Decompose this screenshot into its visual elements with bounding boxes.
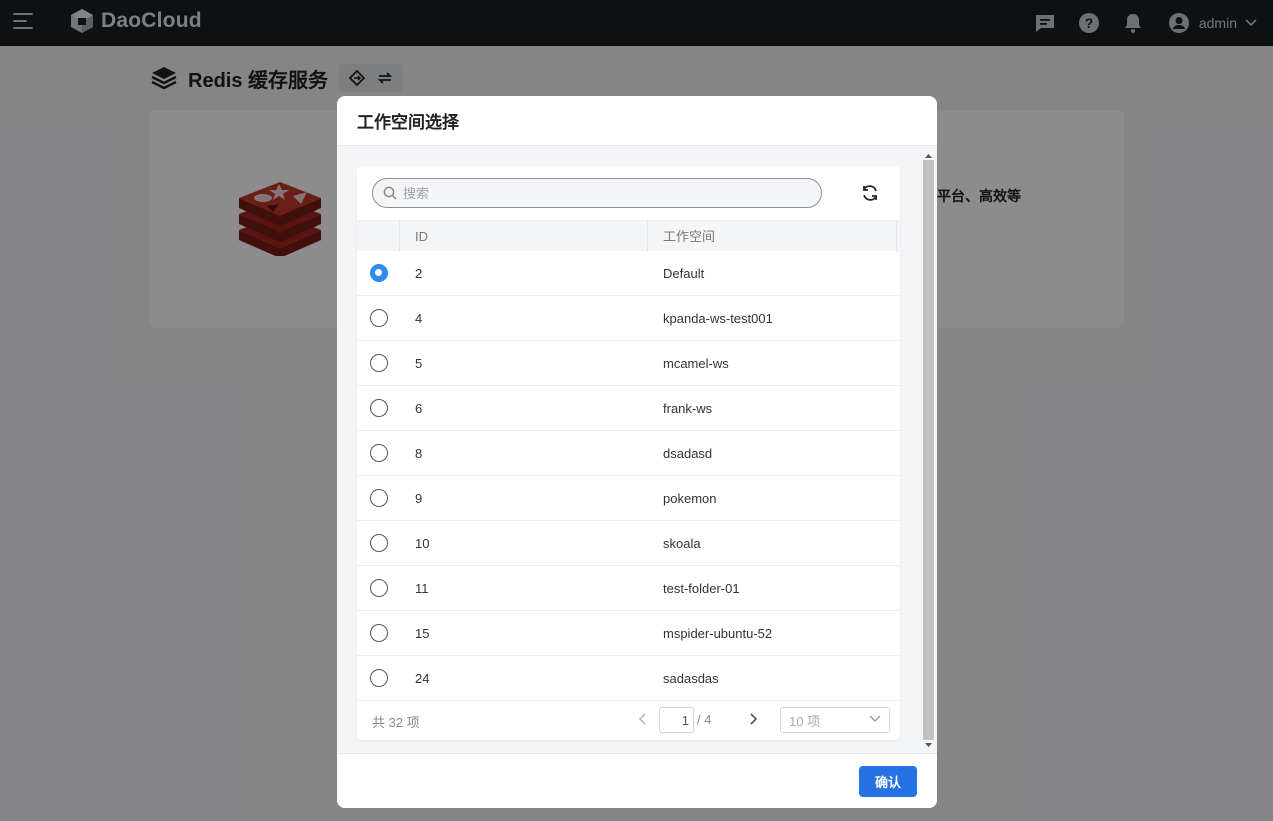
row-workspace-name: frank-ws [663, 400, 713, 416]
column-header-workspace[interactable]: 工作空间 [648, 220, 897, 252]
total-count: 共 32 项 [372, 715, 420, 730]
row-select-cell[interactable] [357, 309, 400, 327]
page-count: / 4 [697, 712, 712, 727]
radio-button[interactable] [369, 579, 388, 597]
row-select-cell[interactable] [357, 354, 400, 372]
dialog-scrollbar[interactable] [923, 150, 934, 750]
row-workspace-name: sadasdas [663, 670, 719, 686]
table-row[interactable]: 2 Default [357, 251, 900, 296]
row-id: 8 [415, 445, 423, 461]
table-row[interactable]: 8 dsadasd [357, 431, 900, 476]
row-id: 5 [415, 355, 423, 371]
column-header-id[interactable]: ID [400, 220, 648, 252]
workspace-select-dialog: 工作空间选择 ID 工作空间 2 Default 4 kpanda-ws-test00… [337, 96, 937, 808]
row-id: 10 [415, 535, 430, 551]
row-select-cell[interactable] [357, 624, 400, 642]
row-select-cell[interactable] [357, 534, 400, 552]
radio-button[interactable] [369, 354, 388, 372]
row-select-cell[interactable] [357, 489, 400, 507]
radio-button[interactable] [369, 309, 388, 327]
dialog-footer: 确认 [337, 753, 937, 808]
radio-button[interactable] [369, 489, 388, 507]
table-row[interactable]: 24 sadasdas [357, 656, 900, 701]
row-select-cell[interactable] [357, 444, 400, 462]
chevron-down-icon [869, 715, 881, 722]
row-workspace-name: dsadasd [663, 445, 713, 461]
scroll-thumb[interactable] [923, 160, 934, 740]
search-field[interactable] [372, 178, 822, 208]
row-select-cell[interactable] [357, 579, 400, 597]
row-id: 15 [415, 625, 430, 641]
dialog-body: ID 工作空间 2 Default 4 kpanda-ws-test001 5 mcame… [337, 146, 937, 753]
page-size-value: 10 项 [789, 713, 821, 729]
table-header: ID 工作空间 [357, 220, 900, 252]
table-row[interactable]: 9 pokemon [357, 476, 900, 521]
row-workspace-name: pokemon [663, 490, 717, 506]
row-id: 24 [415, 670, 430, 686]
radio-button[interactable] [369, 399, 388, 417]
dialog-header: 工作空间选择 [337, 96, 937, 146]
row-select-cell[interactable] [357, 669, 400, 687]
dialog-title: 工作空间选择 [357, 113, 459, 132]
row-workspace-name: kpanda-ws-test001 [663, 310, 773, 326]
row-id: 11 [415, 580, 429, 596]
next-page-icon[interactable] [748, 712, 758, 726]
row-id: 6 [415, 400, 423, 416]
scroll-up-arrow-icon[interactable] [923, 150, 934, 160]
scroll-track[interactable] [923, 160, 934, 740]
confirm-button[interactable]: 确认 [859, 766, 917, 797]
radio-button[interactable] [369, 669, 388, 687]
radio-button[interactable] [369, 444, 388, 462]
refresh-icon[interactable] [859, 182, 881, 204]
page-size-select[interactable]: 10 项 [780, 707, 890, 733]
page-number-input[interactable] [659, 707, 694, 733]
row-workspace-name: test-folder-01 [663, 580, 740, 596]
row-select-cell[interactable] [357, 264, 400, 282]
row-workspace-name: mcamel-ws [663, 355, 729, 371]
row-workspace-name: mspider-ubuntu-52 [663, 625, 773, 641]
row-select-cell[interactable] [357, 399, 400, 417]
table-row[interactable]: 11 test-folder-01 [357, 566, 900, 611]
table-body: 2 Default 4 kpanda-ws-test001 5 mcamel-ws 6 fra… [357, 251, 900, 701]
row-id: 2 [415, 265, 423, 281]
radio-button[interactable] [369, 264, 388, 282]
table-row[interactable]: 4 kpanda-ws-test001 [357, 296, 900, 341]
row-id: 4 [415, 310, 423, 326]
prev-page-icon[interactable] [638, 712, 648, 726]
table-row[interactable]: 6 frank-ws [357, 386, 900, 431]
pagination: 共 32 项 / 4 10 项 [357, 701, 900, 739]
table-row[interactable]: 5 mcamel-ws [357, 341, 900, 386]
modal-mask-top [0, 0, 1273, 46]
header-select-cell [357, 220, 400, 252]
search-icon [383, 186, 397, 200]
workspace-table: ID 工作空间 2 Default 4 kpanda-ws-test001 5 mcame… [357, 166, 900, 740]
table-row[interactable]: 10 skoala [357, 521, 900, 566]
row-id: 9 [415, 490, 423, 506]
row-workspace-name: Default [663, 265, 705, 281]
table-row[interactable]: 15 mspider-ubuntu-52 [357, 611, 900, 656]
table-toolbar [357, 166, 900, 220]
scroll-down-arrow-icon[interactable] [923, 740, 934, 750]
radio-button[interactable] [369, 624, 388, 642]
search-input[interactable] [403, 185, 803, 201]
radio-button[interactable] [369, 534, 388, 552]
row-workspace-name: skoala [663, 535, 701, 551]
